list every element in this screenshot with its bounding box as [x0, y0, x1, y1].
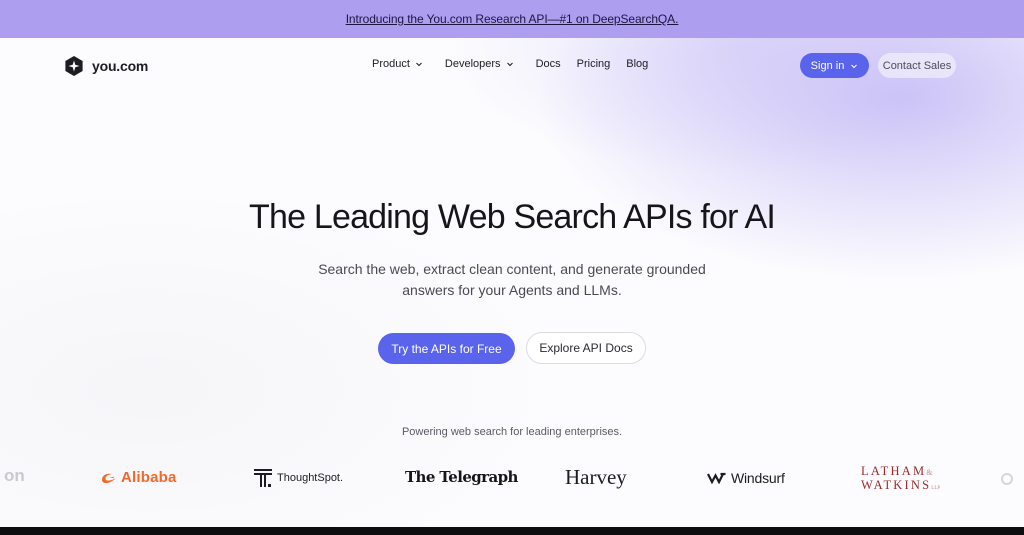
harvey-text: Harvey	[565, 465, 627, 489]
llp-suffix: LLP	[931, 486, 941, 491]
main-nav: Product Developers Docs Pricing Blog	[372, 58, 648, 70]
customer-logo-alibaba: Alibaba	[100, 469, 177, 486]
latham-line-2: WATKINSLLP	[861, 479, 940, 495]
customer-logo-thoughtspot: ThoughtSpot.	[254, 469, 343, 487]
chevron-down-icon	[506, 62, 513, 67]
nav-docs-label: Docs	[535, 58, 561, 70]
sign-in-button[interactable]: Sign in	[800, 53, 869, 78]
nav-developers-label: Developers	[444, 58, 501, 70]
partial-logo-icon	[1001, 473, 1013, 485]
hero-subtitle-line-1: Search the web, extract clean content, a…	[318, 261, 706, 277]
customer-logo-telegraph: The Telegraph	[405, 468, 518, 486]
announcement-link[interactable]: Introducing the You.com Research API—#1 …	[346, 12, 679, 26]
windsurf-icon	[707, 472, 726, 484]
latham-ampersand: &	[926, 468, 933, 477]
announcement-bar: Introducing the You.com Research API—#1 …	[0, 0, 1024, 38]
chevron-down-icon	[416, 62, 422, 67]
thoughtspot-icon	[254, 469, 272, 487]
latham-line-1: LATHAM&	[861, 465, 933, 479]
hero-subtitle: Search the web, extract clean content, a…	[312, 259, 712, 301]
customer-logo-latham: LATHAM& WATKINSLLP	[861, 465, 940, 495]
nav-blog-label: Blog	[626, 58, 649, 70]
watkins-word: WATKINS	[861, 478, 932, 492]
try-apis-label: Try the APIs for Free	[391, 341, 502, 356]
customer-logo-partial: on	[4, 466, 25, 486]
partial-logo-text: on	[4, 466, 25, 485]
contact-sales-label: Contact Sales	[882, 59, 952, 72]
contact-sales-button[interactable]: Contact Sales	[878, 53, 956, 78]
footer-strip	[0, 527, 1024, 535]
brand-logo[interactable]: you.com	[64, 55, 148, 77]
brand-name: you.com	[92, 58, 149, 74]
customer-logo-windsurf: Windsurf	[707, 470, 785, 486]
alibaba-icon	[102, 473, 116, 483]
nav-docs[interactable]: Docs	[536, 58, 561, 70]
try-apis-button[interactable]: Try the APIs for Free	[378, 333, 515, 364]
explore-docs-label: Explore API Docs	[539, 341, 633, 355]
you-logo-icon	[65, 56, 83, 76]
nav-product-label: Product	[372, 58, 410, 70]
nav-pricing[interactable]: Pricing	[577, 58, 611, 70]
nav-product[interactable]: Product	[372, 58, 423, 70]
customers-heading: Powering web search for leading enterpri…	[401, 426, 623, 438]
alibaba-text: Alibaba	[121, 469, 177, 486]
customer-logo-harvey: Harvey	[565, 465, 627, 490]
hero-title: The Leading Web Search APIs for AI	[249, 198, 776, 236]
sign-in-label: Sign in	[810, 59, 845, 72]
windsurf-text: Windsurf	[731, 470, 785, 486]
latham-word: LATHAM	[861, 464, 927, 478]
chevron-down-icon	[851, 64, 858, 68]
nav-blog[interactable]: Blog	[626, 58, 648, 70]
hero-subtitle-line-2: answers for your Agents and LLMs.	[402, 282, 622, 298]
nav-pricing-label: Pricing	[576, 58, 611, 70]
explore-docs-button[interactable]: Explore API Docs	[526, 332, 646, 364]
telegraph-text: The Telegraph	[405, 468, 518, 486]
thoughtspot-text: ThoughtSpot.	[277, 472, 344, 484]
nav-developers[interactable]: Developers	[445, 58, 514, 70]
